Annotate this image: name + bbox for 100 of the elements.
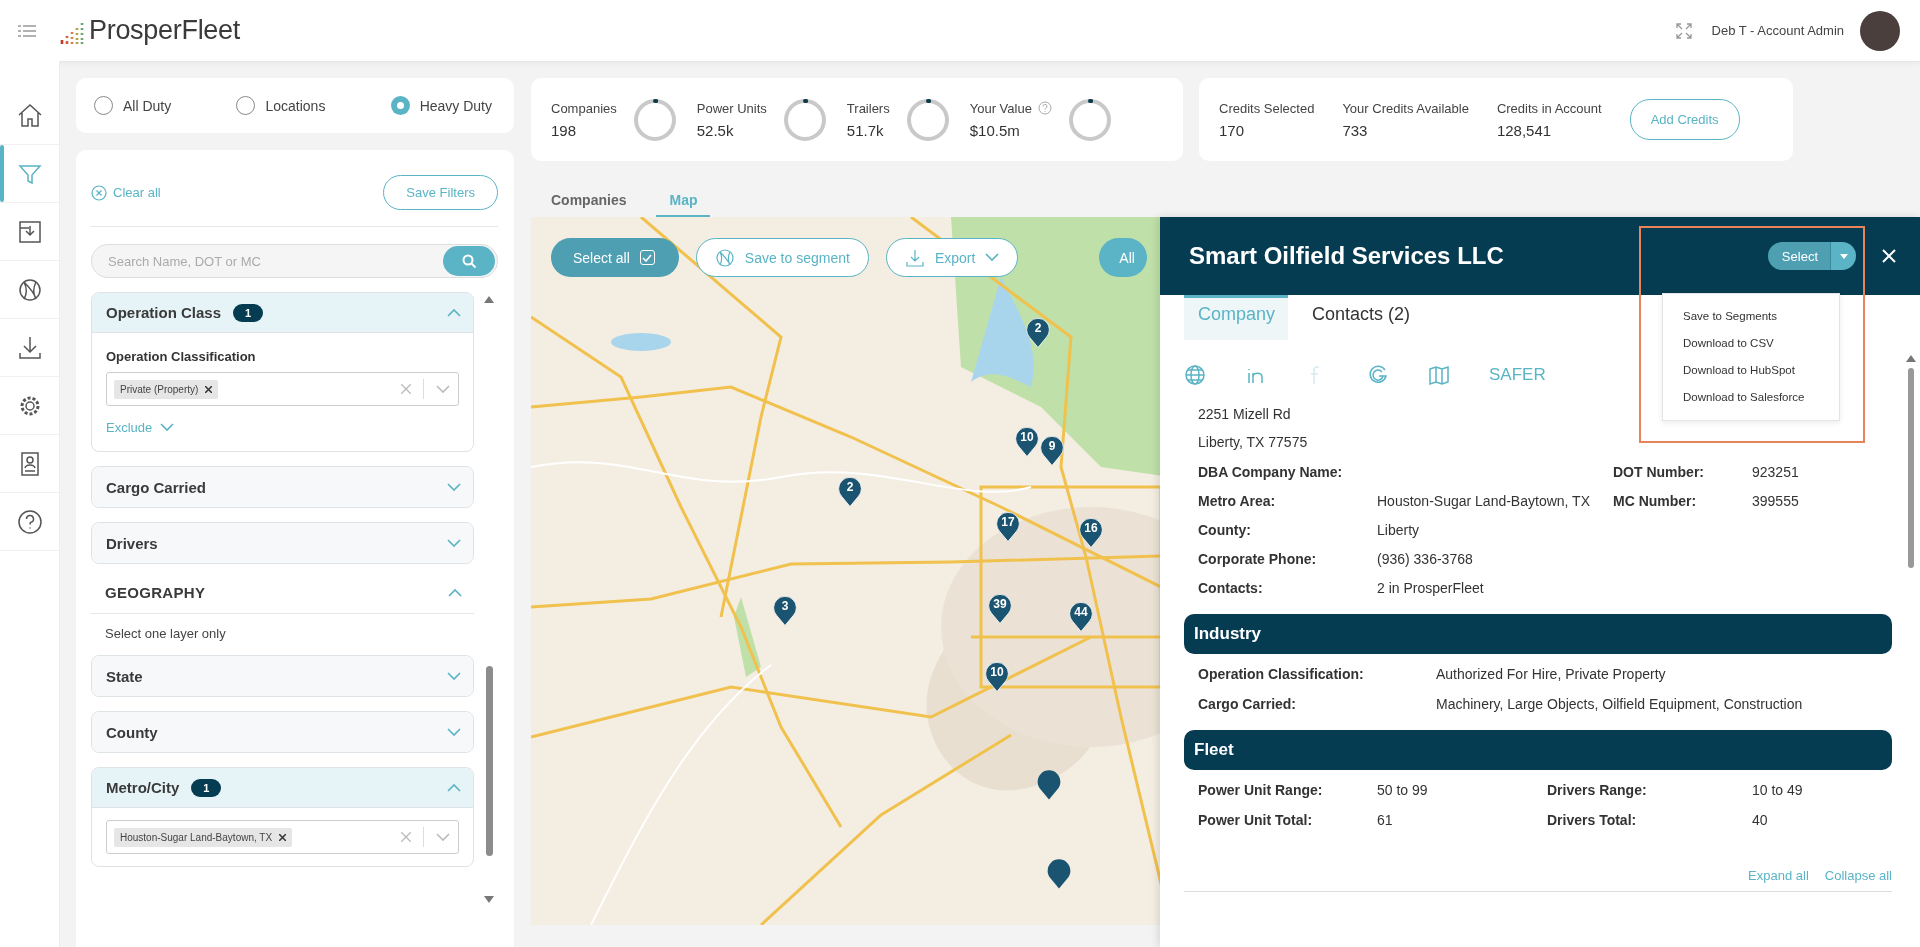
map-pin[interactable]	[1036, 767, 1062, 801]
remove-icon[interactable]	[279, 833, 287, 841]
map-pin[interactable]: 17	[995, 509, 1021, 543]
section-heading[interactable]: GEOGRAPHY	[91, 578, 474, 614]
help-icon[interactable]	[1037, 101, 1052, 115]
field-label: Operation Classification	[106, 349, 257, 364]
field-value: 40	[1752, 811, 1769, 830]
hint-text: Select one layer only	[104, 626, 227, 641]
clear-icon[interactable]	[401, 384, 411, 394]
avatar[interactable]	[1860, 10, 1900, 51]
section-header[interactable]: Fleet	[1184, 730, 1892, 770]
search-field[interactable]: Search Name, DOT or MC	[106, 252, 443, 270]
scrollbar-thumb[interactable]	[1908, 368, 1914, 568]
map-pin[interactable]: 2	[837, 474, 863, 508]
chevron-down-icon[interactable]	[985, 253, 1000, 262]
filter-group-header[interactable]: Drivers	[92, 523, 473, 563]
clear-icon[interactable]	[401, 832, 411, 842]
field-label: Metro Area:	[1198, 492, 1277, 511]
chevron-up-icon[interactable]	[447, 308, 461, 317]
count-badge: 1	[233, 303, 264, 322]
menu-item[interactable]: Download to Salesforce	[1663, 383, 1839, 410]
globe-icon[interactable]	[1184, 364, 1206, 386]
progress-ring	[782, 97, 827, 142]
remove-icon[interactable]	[205, 385, 213, 393]
stat-label: Trailers	[846, 100, 890, 116]
field-label: Contacts:	[1198, 579, 1264, 598]
count-badge: 1	[191, 778, 222, 797]
field-value: (936) 336-3768	[1377, 550, 1474, 569]
map-pin[interactable]: 3	[772, 593, 798, 627]
field-value: Machinery, Large Objects, Oilfield Equipment, Construction	[1436, 695, 1804, 714]
user-name[interactable]: Deb T - Account Admin	[1711, 23, 1844, 38]
chevron-down-icon[interactable]	[447, 671, 461, 681]
chevron-down-icon[interactable]	[447, 727, 461, 737]
search-button[interactable]	[443, 246, 495, 276]
multi-select-field[interactable]: Houston-Sugar Land-Baytown, TX	[106, 820, 459, 854]
stat-value: $10.5m	[969, 121, 1021, 139]
filter-chip[interactable]: Private (Property)	[114, 379, 219, 399]
filter-group-header[interactable]: Operation Class 1	[92, 293, 473, 333]
search-bar[interactable]: Search Name, DOT or MC	[91, 244, 498, 278]
stat-label: Your Value	[969, 100, 1032, 116]
chevron-down-icon[interactable]	[447, 538, 461, 548]
section-header[interactable]: Industry	[1184, 614, 1892, 654]
field-value: 2 in ProsperFleet	[1377, 579, 1485, 598]
map-pin[interactable]: 16	[1078, 515, 1104, 549]
filter-group-header[interactable]: State	[92, 656, 473, 696]
filter-nav-item[interactable]	[0, 145, 59, 203]
select-menu-button[interactable]	[1830, 242, 1856, 270]
field-value: 61	[1377, 811, 1394, 830]
map-pin[interactable]	[1046, 856, 1072, 890]
radio-label[interactable]: All Duty	[123, 97, 172, 114]
scroll-up-icon[interactable]	[484, 296, 494, 303]
chevron-down-icon[interactable]	[436, 832, 450, 842]
chevron-down-icon[interactable]	[436, 384, 450, 394]
progress-ring	[632, 97, 677, 142]
filter-group-header[interactable]: Cargo Carried	[92, 467, 473, 507]
chevron-down-icon[interactable]	[447, 482, 461, 492]
caret-icon	[1839, 253, 1848, 259]
field-label: MC Number:	[1613, 492, 1698, 511]
filter-group-header[interactable]: County	[92, 712, 473, 752]
stat-label: Power Units	[696, 100, 767, 116]
radio-button[interactable]	[390, 96, 410, 115]
scroll-down-icon[interactable]	[484, 896, 494, 903]
credits-label: Credits in Account	[1496, 100, 1602, 116]
multi-select-field[interactable]: Private (Property)	[106, 372, 459, 406]
menu-item[interactable]: Save to Segments	[1663, 302, 1839, 329]
google-icon[interactable]	[1367, 364, 1389, 386]
checkbox[interactable]	[639, 250, 655, 265]
menu-item[interactable]: Download to HubSpot	[1663, 356, 1839, 383]
radio-label[interactable]: Locations	[265, 97, 326, 114]
close-icon	[1882, 249, 1896, 263]
scroll-up-icon[interactable]	[1906, 355, 1916, 362]
detail-tab[interactable]: Contacts (2)	[1298, 295, 1424, 340]
credits-value: 733	[1342, 121, 1369, 139]
field-value: Liberty	[1377, 521, 1421, 540]
progress-ring	[905, 97, 950, 142]
radio-label[interactable]: Heavy Duty	[419, 97, 492, 114]
menu-icon[interactable]	[18, 24, 36, 37]
field-value: 10 to 49	[1752, 781, 1804, 800]
scrollbar-thumb[interactable]	[485, 666, 493, 856]
chevron-down-icon[interactable]	[160, 423, 175, 432]
filter-group-header[interactable]: Metro/City 1	[92, 768, 473, 808]
map-pin[interactable]: 44	[1068, 599, 1094, 633]
map-pin[interactable]: 39	[987, 591, 1013, 625]
map-pin[interactable]: 9	[1039, 433, 1065, 467]
chevron-up-icon[interactable]	[447, 783, 461, 792]
credits-value: 170	[1219, 121, 1246, 139]
filter-chip[interactable]: Houston-Sugar Land-Baytown, TX	[114, 827, 293, 847]
credits-value: 128,541	[1496, 121, 1553, 139]
map-icon[interactable]	[1428, 364, 1450, 386]
menu-item[interactable]: Download to CSV	[1663, 329, 1839, 356]
chevron-up-icon[interactable]	[448, 588, 462, 597]
field-value: 50 to 99	[1377, 781, 1429, 800]
field-value: 923251	[1752, 463, 1800, 482]
map-pin[interactable]: 2	[1025, 315, 1051, 349]
clear-icon	[91, 184, 107, 201]
view-tab[interactable]: Companies	[551, 192, 627, 217]
close-button[interactable]	[1882, 249, 1896, 263]
map-pin[interactable]: 10	[984, 659, 1010, 693]
fullscreen-icon[interactable]	[1675, 22, 1692, 39]
map-pin[interactable]: 10	[1014, 424, 1040, 458]
